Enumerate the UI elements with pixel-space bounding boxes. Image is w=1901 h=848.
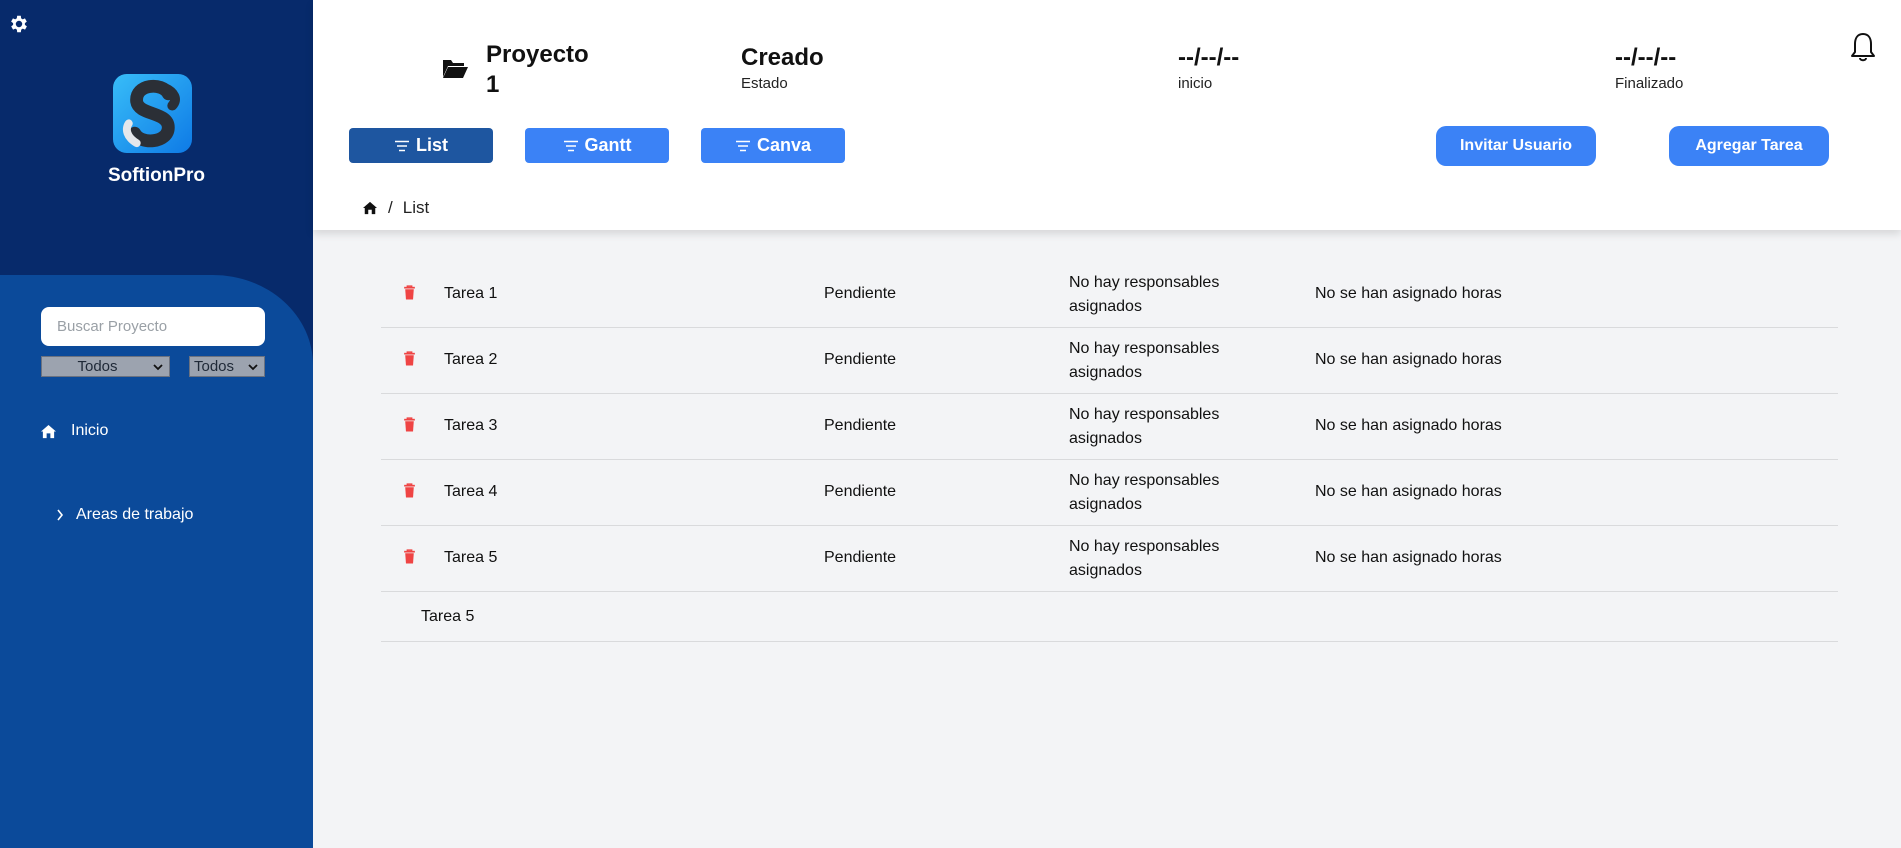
folder-open-icon [443, 60, 468, 78]
breadcrumb-current: List [402, 198, 430, 217]
add-task-button[interactable]: Agregar Tarea [1669, 126, 1829, 166]
task-name[interactable]: Tarea 5 [444, 549, 497, 567]
breadcrumb-separator: / [388, 198, 393, 217]
list-icon [394, 140, 409, 151]
task-hours: No se han asignado horas [1315, 285, 1502, 302]
task-hours: No se han asignado horas [1315, 549, 1502, 566]
search-box [41, 307, 265, 346]
trash-icon[interactable] [403, 285, 416, 300]
project-title-line1: Proyecto [486, 41, 589, 68]
sidebar-item-label: Inicio [71, 422, 109, 439]
project-title: Proyecto 1 [486, 40, 606, 100]
task-status: Pendiente [824, 417, 897, 434]
task-name[interactable]: Tarea 1 [444, 285, 497, 303]
start-date-stat: --/--/-- inicio [1178, 43, 1239, 92]
brand-name: SoftionPro [107, 165, 206, 186]
table-row[interactable]: Tarea 2 Pendiente No hay responsables as… [381, 328, 1838, 394]
chevron-right-icon [57, 509, 64, 521]
home-icon[interactable] [362, 201, 378, 215]
tab-label: List [415, 135, 448, 155]
table-row[interactable]: Tarea 1 Pendiente No hay responsables as… [381, 262, 1838, 328]
filter-select-2-value: Todos [194, 358, 235, 375]
end-date-value: --/--/-- [1615, 44, 1677, 71]
tab-label: Gantt [584, 135, 632, 155]
new-task-name[interactable]: Tarea 5 [421, 608, 474, 626]
task-responsables: No hay responsables asignados [1069, 472, 1220, 513]
trash-icon[interactable] [403, 549, 416, 564]
status-stat: Creado Estado [741, 43, 824, 92]
invite-user-button[interactable]: Invitar Usuario [1436, 126, 1596, 166]
task-hours: No se han asignado horas [1315, 351, 1502, 368]
task-status: Pendiente [824, 483, 897, 500]
sidebar-item-label: Areas de trabajo [76, 506, 194, 523]
chevron-down-icon [153, 363, 163, 370]
gear-icon[interactable] [8, 13, 30, 35]
filter-select-2[interactable]: Todos [189, 356, 265, 377]
filter-select-1-value: Todos [77, 358, 118, 375]
task-responsables: No hay responsables asignados [1069, 274, 1220, 315]
project-title-line2: 1 [486, 71, 500, 98]
status-label: Estado [741, 75, 788, 92]
task-status: Pendiente [824, 549, 897, 566]
task-status: Pendiente [824, 351, 897, 368]
sidebar-item-areas[interactable]: Areas de trabajo [56, 506, 193, 524]
list-icon [735, 140, 750, 151]
task-hours: No se han asignado horas [1315, 417, 1502, 434]
trash-icon[interactable] [403, 351, 416, 366]
end-date-stat: --/--/-- Finalizado [1615, 43, 1683, 92]
task-responsables: No hay responsables asignados [1069, 538, 1220, 579]
task-hours: No se han asignado horas [1315, 483, 1502, 500]
task-name[interactable]: Tarea 4 [444, 483, 497, 501]
sidebar: SoftionPro Todos Todos Inicio Areas de t… [0, 0, 313, 848]
status-value: Creado [741, 44, 824, 71]
chevron-down-icon [248, 363, 258, 370]
list-icon [563, 140, 578, 151]
task-name[interactable]: Tarea 2 [444, 351, 497, 369]
table-row[interactable]: Tarea 5 Pendiente No hay responsables as… [381, 526, 1838, 592]
task-table: Tarea 1 Pendiente No hay responsables as… [381, 262, 1838, 642]
task-name[interactable]: Tarea 3 [444, 417, 497, 435]
task-responsables: No hay responsables asignados [1069, 406, 1220, 447]
home-icon [41, 424, 56, 438]
start-date-value: --/--/-- [1178, 44, 1240, 71]
tab-canva[interactable]: Canva [701, 128, 845, 163]
filter-select-1[interactable]: Todos [41, 356, 170, 377]
tab-gantt[interactable]: Gantt [525, 128, 669, 163]
project-header [313, 0, 1901, 230]
table-row[interactable]: Tarea 3 Pendiente No hay responsables as… [381, 394, 1838, 460]
tab-list[interactable]: List [349, 128, 493, 163]
trash-icon[interactable] [403, 417, 416, 432]
search-input[interactable] [57, 318, 256, 335]
sidebar-item-inicio[interactable]: Inicio [40, 422, 108, 440]
softionpro-logo [113, 74, 192, 153]
trash-icon[interactable] [403, 483, 416, 498]
breadcrumb: / List [362, 198, 429, 218]
new-task-row[interactable]: Tarea 5 [381, 592, 1838, 642]
task-status: Pendiente [824, 285, 897, 302]
end-date-label: Finalizado [1615, 75, 1684, 92]
bell-icon[interactable] [1850, 31, 1876, 63]
table-row[interactable]: Tarea 4 Pendiente No hay responsables as… [381, 460, 1838, 526]
task-responsables: No hay responsables asignados [1069, 340, 1220, 381]
start-date-label: inicio [1178, 75, 1213, 92]
tab-label: Canva [756, 135, 812, 155]
